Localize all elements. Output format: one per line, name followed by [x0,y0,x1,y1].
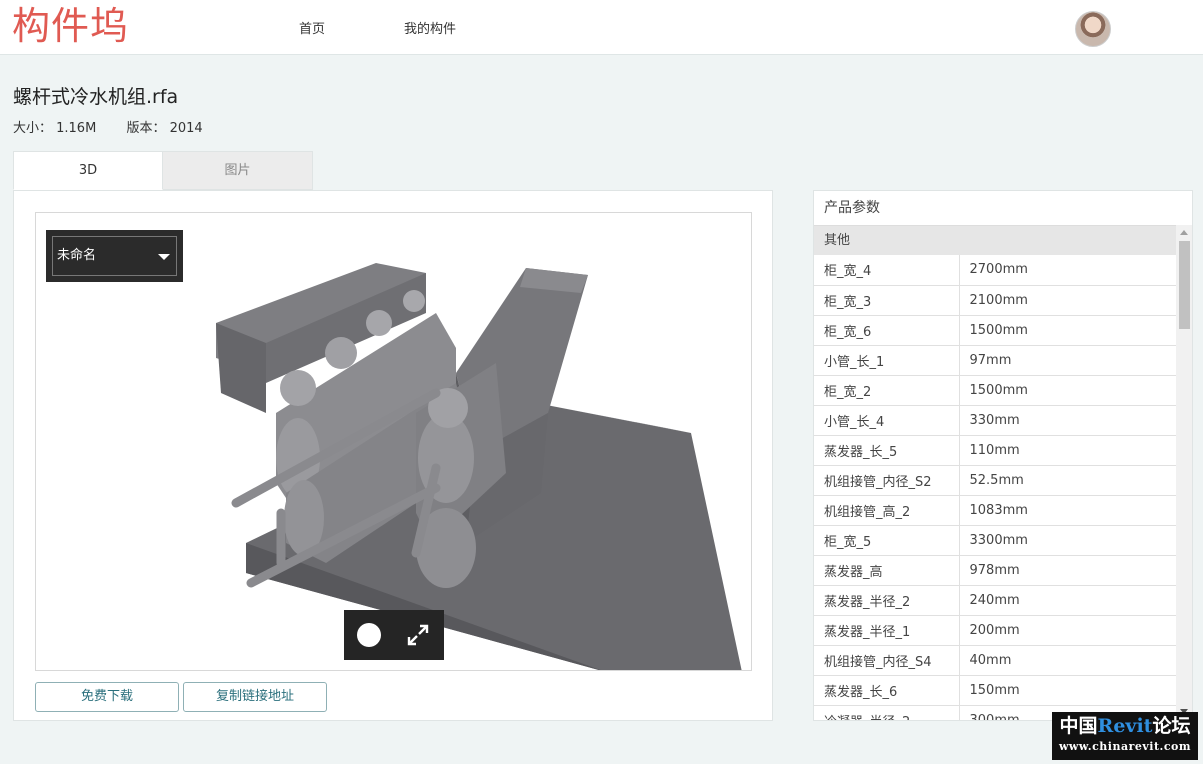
param-row: 蒸发器_半径_2 240mm [814,585,1176,616]
watermark-text-c: 论坛 [1152,715,1191,737]
params-group-header: 其他 [814,225,1176,255]
download-button[interactable]: 免费下载 [35,682,179,712]
scroll-thumb[interactable] [1179,241,1190,329]
orbit-reset-icon[interactable] [357,623,381,647]
param-name: 柜_宽_4 [814,255,960,286]
param-row: 蒸发器_半径_1 200mm [814,615,1176,646]
view-tabs: 3D 图片 [13,151,313,190]
fullscreen-icon[interactable] [406,623,430,647]
view-selector[interactable]: 未命名 [46,230,183,282]
file-version: 版本： 2014 [126,121,203,136]
param-value: 97mm [959,345,1176,376]
param-row: 机组接管_高_2 1083mm [814,495,1176,526]
param-name: 机组接管_内径_S2 [814,465,960,496]
viewer-panel: 未命名 免费下载 复制链接地址 [13,190,773,721]
copy-link-button[interactable]: 复制链接地址 [183,682,327,712]
user-avatar[interactable] [1075,11,1111,47]
param-value: 3300mm [959,525,1176,556]
param-name: 机组接管_内径_S4 [814,645,960,676]
param-value: 52.5mm [959,465,1176,496]
nav-home[interactable]: 首页 [299,18,325,37]
param-row: 柜_宽_4 2700mm [814,255,1176,286]
params-panel: 产品参数 其他 柜_宽_4 2700mm 柜_宽_3 2100mm 柜_宽_6 1500m… [813,190,1193,721]
file-title: 螺杆式冷水机组.rfa [13,86,179,108]
params-scrollbar[interactable] [1176,225,1192,720]
watermark-text-b: Revit [1097,715,1153,737]
param-value: 40mm [959,645,1176,676]
3d-viewport[interactable]: 未命名 [35,212,752,671]
file-size: 大小： 1.16M [13,121,97,136]
params-title: 产品参数 [824,200,880,216]
tab-3d[interactable]: 3D [13,151,163,190]
param-row: 蒸发器_高 978mm [814,555,1176,586]
view-selector-value: 未命名 [57,248,97,263]
param-name: 柜_宽_5 [814,525,960,556]
param-name: 冷凝器_半径_2 [814,705,960,720]
param-row: 小管_长_4 330mm [814,405,1176,436]
param-row: 蒸发器_长_6 150mm [814,675,1176,706]
param-name: 蒸发器_长_6 [814,675,960,706]
params-list: 其他 柜_宽_4 2700mm 柜_宽_3 2100mm 柜_宽_6 1500mm 小管_长… [814,225,1176,720]
viewer-controls [344,610,444,660]
param-value: 240mm [959,585,1176,616]
dropdown-caret-icon [158,254,170,260]
param-value: 2700mm [959,255,1176,286]
param-value: 150mm [959,675,1176,706]
site-logo[interactable]: 构件坞 [12,2,129,50]
param-value: 2100mm [959,285,1176,316]
watermark-text-a: 中国 [1059,715,1098,737]
params-table: 柜_宽_4 2700mm 柜_宽_3 2100mm 柜_宽_6 1500mm 小管_长_1 9… [814,255,1176,720]
top-bar: 构件坞 首页 我的构件 [0,0,1203,55]
param-row: 机组接管_内径_S2 52.5mm [814,465,1176,496]
param-row: 柜_宽_5 3300mm [814,525,1176,556]
nav-my-components[interactable]: 我的构件 [404,18,456,37]
param-row: 柜_宽_6 1500mm [814,315,1176,346]
param-row: 蒸发器_长_5 110mm [814,435,1176,466]
file-meta: 大小： 1.16M 版本： 2014 [13,117,229,136]
param-name: 小管_长_4 [814,405,960,436]
param-value: 1083mm [959,495,1176,526]
param-value: 110mm [959,435,1176,466]
param-value: 330mm [959,405,1176,436]
param-row: 小管_长_1 97mm [814,345,1176,376]
param-name: 小管_长_1 [814,345,960,376]
param-name: 机组接管_高_2 [814,495,960,526]
param-value: 978mm [959,555,1176,586]
param-name: 柜_宽_6 [814,315,960,346]
param-value: 200mm [959,615,1176,646]
watermark-url: www.chinarevit.com [1058,740,1192,753]
tab-images[interactable]: 图片 [163,151,313,190]
watermark-logo: 中国Revit论坛 www.chinarevit.com [1052,712,1198,760]
param-row: 机组接管_内径_S4 40mm [814,645,1176,676]
param-name: 蒸发器_半径_1 [814,615,960,646]
param-value: 1500mm [959,315,1176,346]
param-name: 蒸发器_长_5 [814,435,960,466]
param-name: 柜_宽_2 [814,375,960,406]
param-row: 柜_宽_2 1500mm [814,375,1176,406]
param-name: 蒸发器_高 [814,555,960,586]
param-row: 柜_宽_3 2100mm [814,285,1176,316]
param-name: 柜_宽_3 [814,285,960,316]
param-value: 1500mm [959,375,1176,406]
scroll-up-icon[interactable] [1180,230,1188,235]
param-name: 蒸发器_半径_2 [814,585,960,616]
view-selector-dropdown[interactable]: 未命名 [52,236,177,276]
